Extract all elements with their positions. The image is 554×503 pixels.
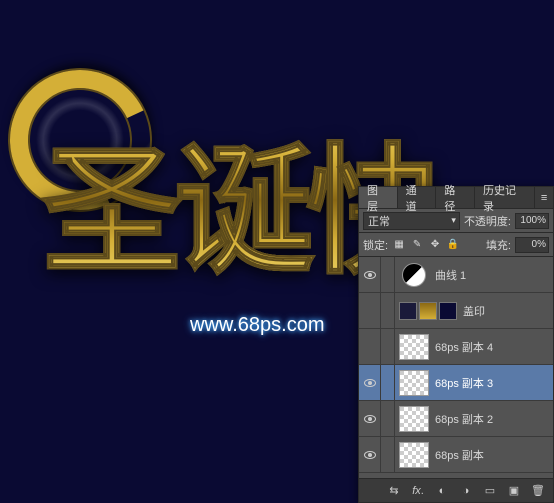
visibility-toggle[interactable] xyxy=(359,293,381,328)
lock-position-icon[interactable]: ✥ xyxy=(428,238,442,252)
layer-thumbnail[interactable] xyxy=(399,302,457,320)
layer-name[interactable]: 曲线 1 xyxy=(433,267,553,283)
tab-channels[interactable]: 通道 xyxy=(398,187,437,208)
eye-icon xyxy=(364,451,376,459)
layer-name[interactable]: 68ps 副本 3 xyxy=(433,375,553,391)
layer-list: 曲线 1 盖印 68ps 副本 4 68ps 副本 3 68ps 副本 xyxy=(359,257,553,478)
layer-thumbnail[interactable] xyxy=(399,334,429,360)
layer-thumbnail[interactable] xyxy=(399,370,429,396)
visibility-toggle[interactable] xyxy=(359,329,381,364)
layer-name[interactable]: 盖印 xyxy=(461,303,553,319)
adjustment-button[interactable]: ◑ xyxy=(457,482,475,500)
tab-paths[interactable]: 路径 xyxy=(436,187,475,208)
layer-thumbnail[interactable] xyxy=(402,263,426,287)
eye-icon xyxy=(364,415,376,423)
visibility-toggle[interactable] xyxy=(359,401,381,436)
visibility-toggle[interactable] xyxy=(359,365,381,400)
opacity-label: 不透明度: xyxy=(464,213,511,229)
panel-tabs: 图层 通道 路径 历史记录 ≡ xyxy=(359,187,553,209)
blend-row: 正常 不透明度: 100% xyxy=(359,209,553,233)
opacity-input[interactable]: 100% xyxy=(515,213,549,229)
watermark: www.68ps.com xyxy=(190,314,325,337)
layer-row[interactable]: 曲线 1 xyxy=(359,257,553,293)
fill-input[interactable]: 0% xyxy=(515,237,549,253)
eye-icon xyxy=(364,379,376,387)
layer-name[interactable]: 68ps 副本 4 xyxy=(433,339,553,355)
link-cell[interactable] xyxy=(381,365,395,400)
tab-layers[interactable]: 图层 xyxy=(359,187,398,208)
link-cell[interactable] xyxy=(381,401,395,436)
blend-mode-value: 正常 xyxy=(368,213,390,229)
layers-panel: 图层 通道 路径 历史记录 ≡ 正常 不透明度: 100% 锁定: ▦ ✎ ✥ … xyxy=(358,186,554,503)
lock-all-icon[interactable]: 🔒 xyxy=(446,238,460,252)
fill-label: 填充: xyxy=(486,237,511,253)
link-cell[interactable] xyxy=(381,257,395,292)
layer-thumbnail[interactable] xyxy=(399,442,429,468)
link-cell[interactable] xyxy=(381,329,395,364)
eye-icon xyxy=(364,271,376,279)
panel-footer: ⇆ fx. ◐ ◑ ▭ ▣ 🗑 xyxy=(359,478,553,502)
layer-row[interactable]: 68ps 副本 xyxy=(359,437,553,473)
visibility-toggle[interactable] xyxy=(359,257,381,292)
layer-thumbnail[interactable] xyxy=(399,406,429,432)
layer-row[interactable]: 68ps 副本 4 xyxy=(359,329,553,365)
link-cell[interactable] xyxy=(381,437,395,472)
lock-transparent-icon[interactable]: ▦ xyxy=(392,238,406,252)
lock-row: 锁定: ▦ ✎ ✥ 🔒 填充: 0% xyxy=(359,233,553,257)
folder-button[interactable]: ▭ xyxy=(481,482,499,500)
layer-row[interactable]: 盖印 xyxy=(359,293,553,329)
blend-mode-select[interactable]: 正常 xyxy=(363,212,460,230)
fx-button[interactable]: fx. xyxy=(409,482,427,500)
lock-pixels-icon[interactable]: ✎ xyxy=(410,238,424,252)
visibility-toggle[interactable] xyxy=(359,437,381,472)
layer-name[interactable]: 68ps 副本 xyxy=(433,447,553,463)
mask-button[interactable]: ◐ xyxy=(433,482,451,500)
tab-history[interactable]: 历史记录 xyxy=(475,187,535,208)
new-layer-button[interactable]: ▣ xyxy=(505,482,523,500)
layer-row[interactable]: 68ps 副本 2 xyxy=(359,401,553,437)
lock-label: 锁定: xyxy=(363,237,388,253)
link-cell[interactable] xyxy=(381,293,395,328)
layer-name[interactable]: 68ps 副本 2 xyxy=(433,411,553,427)
layer-row[interactable]: 68ps 副本 3 xyxy=(359,365,553,401)
panel-menu-button[interactable]: ≡ xyxy=(535,187,553,208)
delete-button[interactable]: 🗑 xyxy=(529,482,547,500)
link-layers-button[interactable]: ⇆ xyxy=(385,482,403,500)
